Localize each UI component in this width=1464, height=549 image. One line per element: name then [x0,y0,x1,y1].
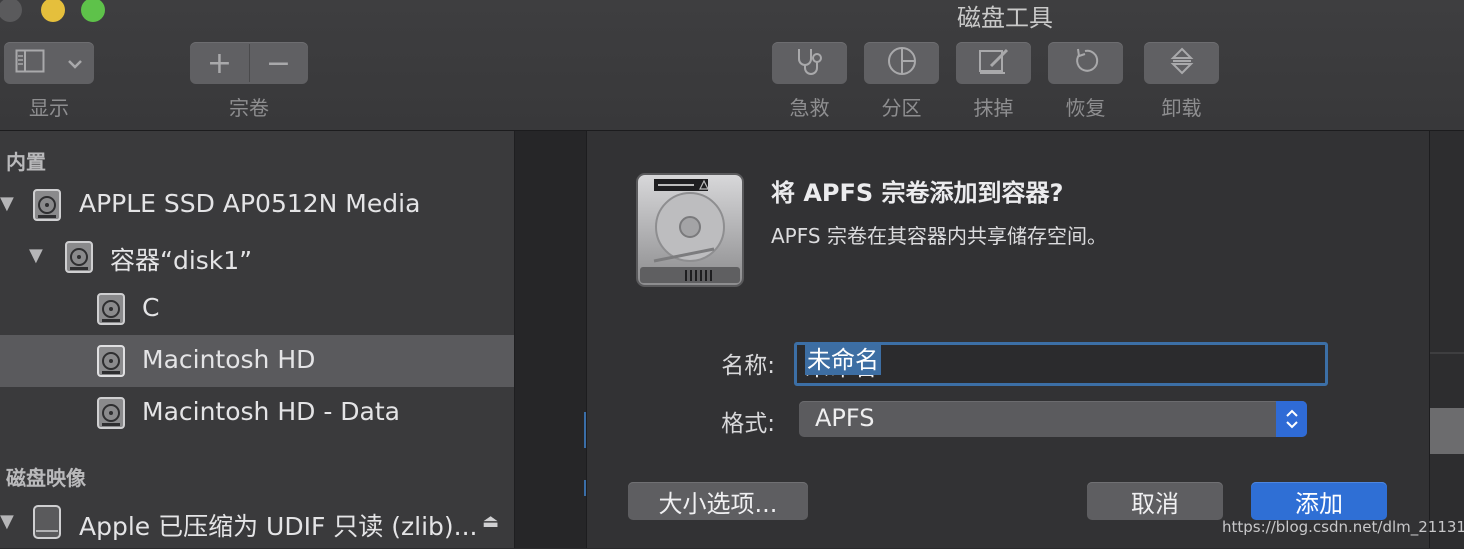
right-panel-divider [1428,352,1464,354]
volume-disk-icon [96,344,126,378]
volume-label: 宗卷 [229,96,269,120]
minimize-window-button[interactable] [41,0,65,22]
unmount-button[interactable] [1144,42,1219,84]
add-volume-dialog: 将 APFS 宗卷添加到容器? APFS 宗卷在其容器内共享储存空间。 名称: … [586,131,1430,548]
dialog-title: 将 APFS 宗卷添加到容器? [771,179,1064,207]
format-field-label: 格式: [721,411,775,437]
right-panel-strip [1428,131,1464,548]
sidebar-item-macintosh-hd-data[interactable]: Macintosh HD - Data [0,387,514,439]
view-label: 显示 [29,96,69,120]
disclosure-triangle-icon[interactable]: ▼ [0,193,14,214]
partition-button[interactable] [864,42,939,84]
volume-disk-icon [96,396,126,430]
first-aid-button[interactable] [772,42,847,84]
erase-pencil-icon [977,46,1011,80]
name-selection-highlight: 未命名 [805,345,881,375]
add-volume-button[interactable]: + [190,46,249,81]
sidebar-item-label: Macintosh HD [142,345,316,374]
restore-arrow-icon [1071,46,1101,80]
partition-pie-icon [886,45,918,81]
view-button[interactable] [4,42,94,84]
up-down-chevron-icon [1276,401,1307,437]
format-select[interactable]: APFS [799,401,1307,437]
close-window-button[interactable] [0,0,22,22]
first-aid-label: 急救 [789,96,830,120]
hard-drive-icon [634,171,746,293]
disclosure-triangle-icon[interactable]: ▼ [29,245,43,266]
volume-disk-icon [96,292,126,326]
sidebar-toggle-icon [15,49,45,77]
sidebar-item-label: C [142,293,160,322]
unmount-label: 卸载 [1161,96,1202,120]
size-options-button[interactable]: 大小选项... [628,482,808,520]
maximize-window-button[interactable] [81,0,105,22]
add-button[interactable]: 添加 [1251,482,1387,520]
sidebar-item-container-disk1[interactable]: ▼ 容器“disk1” [0,231,514,283]
right-panel-bar [1428,408,1464,454]
remove-volume-button[interactable]: − [249,46,308,81]
erase-label: 抹掉 [973,96,1014,120]
restore-label: 恢复 [1065,96,1106,120]
sidebar-item-macintosh-hd[interactable]: Macintosh HD [0,335,514,387]
toolbar: 磁盘工具 显示 + − 宗卷 急救 分区 抹掉 恢复 卸载 [0,0,1464,131]
window-title: 磁盘工具 [957,4,1053,32]
name-field-label: 名称: [721,353,775,379]
sidebar-header-internal: 内置 [6,150,46,174]
sidebar-item-label: APPLE SSD AP0512N Media [79,189,421,218]
partition-label: 分区 [881,96,922,120]
sidebar-header-disk-images: 磁盘映像 [6,466,86,490]
unmount-icon [1170,46,1194,80]
cancel-button[interactable]: 取消 [1087,482,1223,520]
erase-button[interactable] [956,42,1031,84]
dialog-message: APFS 宗卷在其容器内共享储存空间。 [771,224,1107,248]
disclosure-triangle-icon[interactable]: ▼ [0,511,14,532]
sidebar-item-label: Apple 已压缩为 UDIF 只读 (zlib)... [79,512,478,541]
chevron-down-icon [67,54,83,73]
disk-icon [32,188,62,222]
format-select-value: APFS [815,404,875,432]
sidebar-item-label: 容器“disk1” [110,246,253,275]
eject-icon[interactable]: ⏏ [482,511,499,532]
container-disk-icon [64,240,94,274]
watermark-text: https://blog.csdn.net/dlm_211314 [1222,518,1464,536]
sidebar-item-apple-compressed-image[interactable]: ▼ Apple 已压缩为 UDIF 只读 (zlib)... ⏏ [0,497,514,549]
sidebar-item-apple-ssd[interactable]: ▼ APPLE SSD AP0512N Media [0,179,514,231]
sidebar-item-c[interactable]: C [0,283,514,335]
sidebar-item-label: Macintosh HD - Data [142,397,400,426]
restore-button[interactable] [1048,42,1123,84]
stethoscope-icon [793,46,827,80]
disk-image-icon [32,504,62,539]
segment-divider [249,44,250,82]
sidebar: 内置 ▼ APPLE SSD AP0512N Media ▼ 容器“disk1”… [0,131,515,548]
